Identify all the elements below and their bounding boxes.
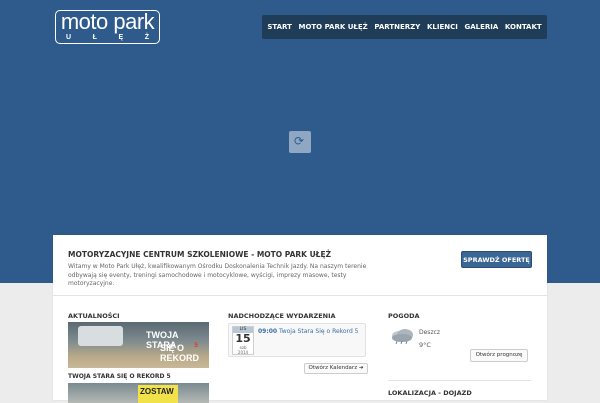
location-title: LOKALIZACJA - DOJAZD (388, 389, 472, 397)
nav-item-galeria[interactable]: GALERIA (464, 23, 498, 31)
open-calendar-button[interactable]: Otwórz Kalendarz ➔ (304, 363, 368, 374)
intro-title: MOTORYZACYJNE CENTRUM SZKOLENIOWE - MOTO… (68, 250, 332, 259)
news-image-number: 5 (194, 342, 199, 349)
nav-item-kontakt[interactable]: KONTAKT (505, 23, 542, 31)
nav-item-start[interactable]: START (267, 23, 292, 31)
open-forecast-button[interactable]: Otwórz prognozę (470, 349, 528, 362)
nav-item-klienci[interactable]: KLIENCI (427, 23, 458, 31)
main-nav: START MOTO PARK UŁĘŻ PARTNERZY KLIENCI G… (262, 15, 547, 39)
logo-subtitle: U Ł Ę Ż (66, 33, 149, 43)
rain-cloud-icon (392, 329, 413, 344)
event-time: 09:00 (258, 328, 278, 335)
divider (53, 295, 547, 296)
weather-temperature: 9°C (419, 341, 431, 349)
events-title: NADCHODZĄCE WYDARZENIA (228, 312, 336, 320)
event-day: 15 (235, 332, 251, 345)
news-image[interactable]: TWOJA STARA SIĘ O REKORD 5 (68, 322, 209, 368)
event-link[interactable]: 09:00 Twoja Stara Się o Rekord 5 (258, 327, 364, 336)
news-title: AKTUALNOŚCI (68, 312, 120, 320)
news-image-2-text: ZOSTAW (140, 387, 174, 396)
loading-spinner-icon: ⟳ (289, 131, 311, 153)
check-offer-button[interactable]: SPRAWDŹ OFERTĘ (461, 251, 532, 268)
event-date-badge: LIS 15 sob 2014 (232, 326, 254, 355)
nav-item-partnerzy[interactable]: PARTNERZY (374, 23, 420, 31)
news-image-2[interactable]: ZOSTAW (68, 383, 209, 403)
content-card: MOTORYZACYJNE CENTRUM SZKOLENIOWE - MOTO… (53, 235, 547, 403)
car-graphic (78, 326, 123, 346)
logo-letter: Ł (92, 34, 97, 41)
event-name: Twoja Stara Się o Rekord 5 (279, 328, 359, 335)
news-image-text: SIĘ O REKORD (160, 343, 200, 363)
site-logo[interactable]: moto park U Ł Ę Ż (55, 10, 160, 44)
nav-item-moto-park[interactable]: MOTO PARK UŁĘŻ (298, 23, 367, 31)
divider (388, 380, 531, 381)
event-year: 2014 (237, 350, 249, 355)
logo-title: moto park (60, 9, 155, 34)
calendar-button-label: Otwórz Kalendarz (308, 365, 358, 371)
news-caption-link[interactable]: TWOJA STARA SIĘ O REKORD 5 (68, 373, 171, 380)
arrow-right-icon: ➔ (358, 365, 364, 371)
weather-description: Deszcz (419, 329, 441, 336)
weather-title: POGODA (388, 312, 420, 320)
logo-letter: U (66, 34, 72, 41)
event-item[interactable]: LIS 15 sob 2014 09:00 Twoja Stara Się o … (228, 323, 366, 357)
logo-letter: Ę (118, 34, 124, 41)
intro-text: Witamy w Moto Park Ułęż, kwalifikowanym … (68, 263, 367, 287)
logo-letter: Ż (144, 34, 149, 41)
